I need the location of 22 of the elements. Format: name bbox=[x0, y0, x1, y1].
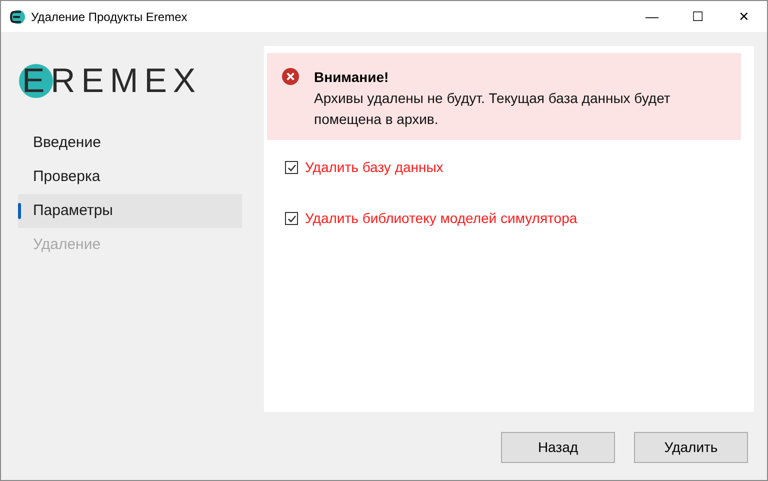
checkmark-icon bbox=[286, 162, 296, 172]
option-label: Удалить базу данных bbox=[305, 158, 444, 177]
checkbox-option[interactable]: Удалить библиотеку моделей симулятора bbox=[285, 208, 754, 229]
delete-button[interactable]: Удалить bbox=[634, 432, 748, 463]
nav-item[interactable]: Проверка bbox=[18, 160, 242, 194]
nav-item[interactable]: Параметры bbox=[18, 194, 242, 228]
back-button[interactable]: Назад bbox=[501, 432, 615, 463]
window-title: Удаление Продукты Eremex bbox=[31, 8, 188, 26]
checkbox[interactable] bbox=[285, 212, 298, 225]
close-button[interactable]: ✕ bbox=[721, 1, 767, 32]
minimize-button[interactable]: — bbox=[629, 1, 675, 32]
selection-indicator bbox=[18, 203, 21, 219]
checkbox[interactable] bbox=[285, 161, 298, 174]
app-logo-icon bbox=[9, 8, 25, 24]
error-icon bbox=[282, 68, 299, 85]
option-label: Удалить библиотеку моделей симулятора bbox=[305, 209, 578, 228]
nav-item[interactable]: Введение bbox=[18, 126, 242, 160]
warning-title: Внимание! bbox=[314, 68, 390, 87]
checkmark-icon bbox=[286, 214, 296, 224]
checkbox-option[interactable]: Удалить базу данных bbox=[285, 157, 754, 178]
maximize-button[interactable]: ☐ bbox=[675, 1, 721, 32]
warning-message: Архивы удалены не будут. Текущая база данных будет помещена в архив. bbox=[314, 89, 672, 129]
